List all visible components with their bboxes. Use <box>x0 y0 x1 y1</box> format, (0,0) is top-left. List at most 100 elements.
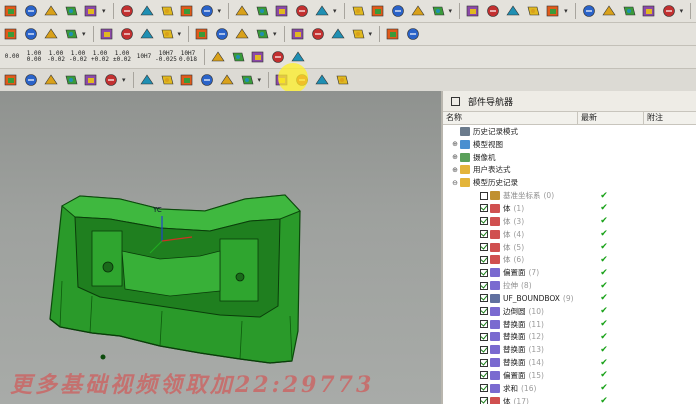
chain-icon[interactable] <box>484 2 502 20</box>
wrench-icon[interactable] <box>62 2 80 20</box>
chevron-down-icon[interactable]: ▾ <box>680 7 684 15</box>
cylinder-icon[interactable] <box>273 2 291 20</box>
snap-icon[interactable] <box>62 71 80 89</box>
gear-icon[interactable] <box>209 48 227 66</box>
tree-row[interactable]: 体 (3) ✔ <box>443 215 696 228</box>
layer-icon[interactable] <box>82 2 100 20</box>
graphics-viewport[interactable]: YC ▼ <box>0 91 441 404</box>
tree-row[interactable]: 基准坐标系 (0) ✔ <box>443 189 696 202</box>
tree-row[interactable]: 拉伸 (8) ✔ <box>443 279 696 292</box>
gear-icon[interactable] <box>138 2 156 20</box>
rotate-icon[interactable] <box>22 2 40 20</box>
chevron-down-icon[interactable]: ▾ <box>564 7 568 15</box>
color-tool-icon[interactable] <box>2 2 20 20</box>
drop-icon[interactable] <box>369 2 387 20</box>
tree-row[interactable]: 替换面 (13) ✔ <box>443 343 696 356</box>
tolerance-button[interactable]: 1.00 ±0.02 <box>112 48 132 66</box>
tree-row[interactable]: 体 (4) ✔ <box>443 228 696 241</box>
visibility-checkbox[interactable] <box>480 217 488 226</box>
tree-row[interactable]: 体 (5) ✔ <box>443 241 696 254</box>
tree-row[interactable]: ⊕ 摄像机 <box>443 151 696 164</box>
triangle-icon[interactable] <box>213 25 231 43</box>
visibility-checkbox[interactable] <box>480 358 488 367</box>
tree-row[interactable]: ⊕ 模型视图 <box>443 138 696 151</box>
view-icon[interactable] <box>580 2 598 20</box>
tag-icon[interactable] <box>138 25 156 43</box>
midpoint-icon[interactable] <box>178 71 196 89</box>
tolerance-button[interactable]: 10H7 -0.025 <box>155 48 177 66</box>
tree-row[interactable]: 历史记录模式 <box>443 125 696 138</box>
frame-icon[interactable] <box>524 2 542 20</box>
chevron-down-icon[interactable]: ▾ <box>449 7 453 15</box>
palette-icon[interactable] <box>42 2 60 20</box>
visibility-checkbox[interactable] <box>480 320 488 329</box>
cut-icon[interactable] <box>640 2 658 20</box>
tree-row[interactable]: 偏置面 (7) ✔ <box>443 266 696 279</box>
stack-icon[interactable] <box>464 2 482 20</box>
endpoint-icon[interactable] <box>158 71 176 89</box>
chevron-down-icon[interactable]: ▾ <box>178 30 182 38</box>
tree-row[interactable]: ⊖ 模型历史记录 <box>443 176 696 189</box>
chevron-down-icon[interactable]: ▾ <box>273 30 277 38</box>
select-icon[interactable] <box>2 71 20 89</box>
shape-icon[interactable] <box>22 25 40 43</box>
visibility-checkbox[interactable] <box>480 332 488 341</box>
part-icon[interactable] <box>2 25 20 43</box>
hash-icon[interactable] <box>349 25 367 43</box>
chevron-down-icon[interactable]: ▾ <box>122 76 126 84</box>
expand-toggle-icon[interactable]: ⊕ <box>451 140 459 148</box>
column-note[interactable]: 附注 <box>644 112 694 124</box>
planar-icon[interactable] <box>333 71 351 89</box>
flag-icon[interactable] <box>544 2 562 20</box>
slab-icon[interactable] <box>329 25 347 43</box>
column-name[interactable]: 名称 <box>443 112 578 124</box>
chevron-down-icon[interactable]: ▾ <box>218 7 222 15</box>
point-icon[interactable] <box>138 71 156 89</box>
tree-icon[interactable] <box>384 25 402 43</box>
arrows-icon[interactable] <box>313 2 331 20</box>
visibility-checkbox[interactable] <box>480 345 488 354</box>
tolerance-button[interactable]: 0.00 <box>2 48 22 66</box>
filter-icon[interactable] <box>22 71 40 89</box>
expand-toggle-icon[interactable]: ⊕ <box>451 153 459 161</box>
scale-icon[interactable] <box>42 25 60 43</box>
grid-icon[interactable] <box>102 71 120 89</box>
center-icon[interactable] <box>238 71 256 89</box>
tree-row[interactable]: 体 (6) ✔ <box>443 253 696 266</box>
arrow-icon[interactable] <box>249 48 267 66</box>
cubeplus-icon[interactable] <box>429 2 447 20</box>
tolerance-button[interactable]: 10H7 0.018 <box>178 48 198 66</box>
tree-row[interactable]: UF_BOUNDBOX (9) ✔ <box>443 292 696 305</box>
tree-row[interactable]: 边倒圆 (10) ✔ <box>443 305 696 318</box>
checkbox-icon[interactable] <box>451 96 460 106</box>
bar-icon[interactable] <box>118 25 136 43</box>
visibility-checkbox[interactable] <box>480 243 488 252</box>
control-icon[interactable] <box>198 71 216 89</box>
model-graphic[interactable]: YC <box>0 91 441 404</box>
lens-icon[interactable] <box>289 25 307 43</box>
visibility-checkbox[interactable] <box>480 307 488 316</box>
tree-row[interactable]: 替换面 (12) ✔ <box>443 331 696 344</box>
chevron-down-icon[interactable]: ▾ <box>258 76 262 84</box>
visibility-checkbox[interactable] <box>480 204 488 213</box>
tolerance-button[interactable]: 1.00 -0.02 <box>68 48 88 66</box>
tree-row[interactable]: ⊕ 用户表达式 <box>443 164 696 177</box>
column-latest[interactable]: 最新 <box>578 112 644 124</box>
cube-icon[interactable] <box>158 2 176 20</box>
slash-icon[interactable] <box>229 48 247 66</box>
brush-icon[interactable] <box>309 25 327 43</box>
visibility-checkbox[interactable] <box>480 268 488 277</box>
book-icon[interactable] <box>253 2 271 20</box>
sphere-icon[interactable] <box>409 2 427 20</box>
tangent-icon[interactable] <box>313 71 331 89</box>
eye2-icon[interactable] <box>82 71 100 89</box>
gauge-icon[interactable] <box>404 25 422 43</box>
shade-icon[interactable] <box>118 2 136 20</box>
target-icon[interactable] <box>253 25 271 43</box>
visibility-checkbox[interactable] <box>480 397 488 404</box>
link-icon[interactable] <box>98 25 116 43</box>
plane-icon[interactable] <box>349 2 367 20</box>
visibility-checkbox[interactable] <box>480 255 488 264</box>
tolerance-button[interactable]: 1.00 -0.02 <box>46 48 66 66</box>
circle-icon[interactable] <box>269 48 287 66</box>
